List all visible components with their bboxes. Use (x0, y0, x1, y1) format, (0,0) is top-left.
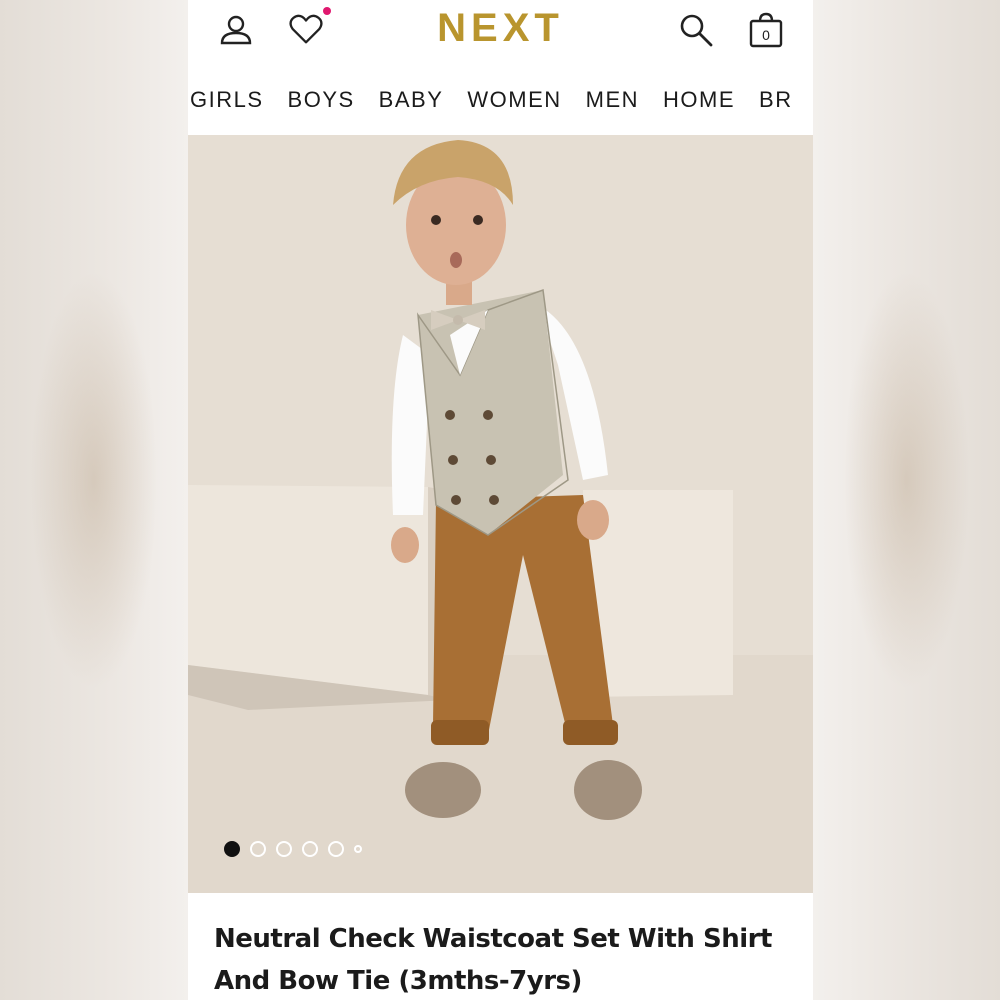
nav-item-brands[interactable]: BR (759, 84, 793, 116)
gallery-dot[interactable] (354, 845, 362, 853)
nav-item-men[interactable]: MEN (586, 84, 639, 116)
site-logo[interactable]: NEXT (188, 6, 813, 51)
gallery-dots (224, 841, 372, 857)
background-blur-left (0, 0, 188, 1000)
product-title: Neutral Check Waistcoat Set With Shirt A… (214, 918, 774, 1000)
gallery-dot[interactable] (224, 841, 240, 857)
product-title-line-2: And Bow Tie (3mths-7yrs) (214, 966, 582, 996)
nav-item-girls[interactable]: GIRLS (190, 84, 264, 116)
category-nav: GIRLS BOYS BABY WOMEN MEN HOME BR (188, 84, 813, 116)
product-title-line-1: Neutral Check Waistcoat Set With Shirt (214, 924, 772, 954)
phone-screen: NEXT 0 GIRLS BOYS BABY WOMEN MEN HOME BR (188, 0, 813, 1000)
product-photo-illustration (188, 135, 813, 893)
gallery-dot[interactable] (250, 841, 266, 857)
search-icon[interactable] (678, 12, 714, 48)
bag-icon[interactable]: 0 (748, 12, 784, 48)
nav-item-home[interactable]: HOME (663, 84, 735, 116)
nav-item-women[interactable]: WOMEN (467, 84, 561, 116)
product-image[interactable] (188, 135, 813, 893)
background-blur-right (813, 0, 1000, 1000)
bag-count: 0 (762, 27, 770, 43)
gallery-dot[interactable] (276, 841, 292, 857)
site-header: NEXT 0 (188, 0, 813, 62)
nav-item-baby[interactable]: BABY (379, 84, 444, 116)
nav-item-boys[interactable]: BOYS (288, 84, 355, 116)
gallery-dot[interactable] (328, 841, 344, 857)
gallery-dot[interactable] (302, 841, 318, 857)
